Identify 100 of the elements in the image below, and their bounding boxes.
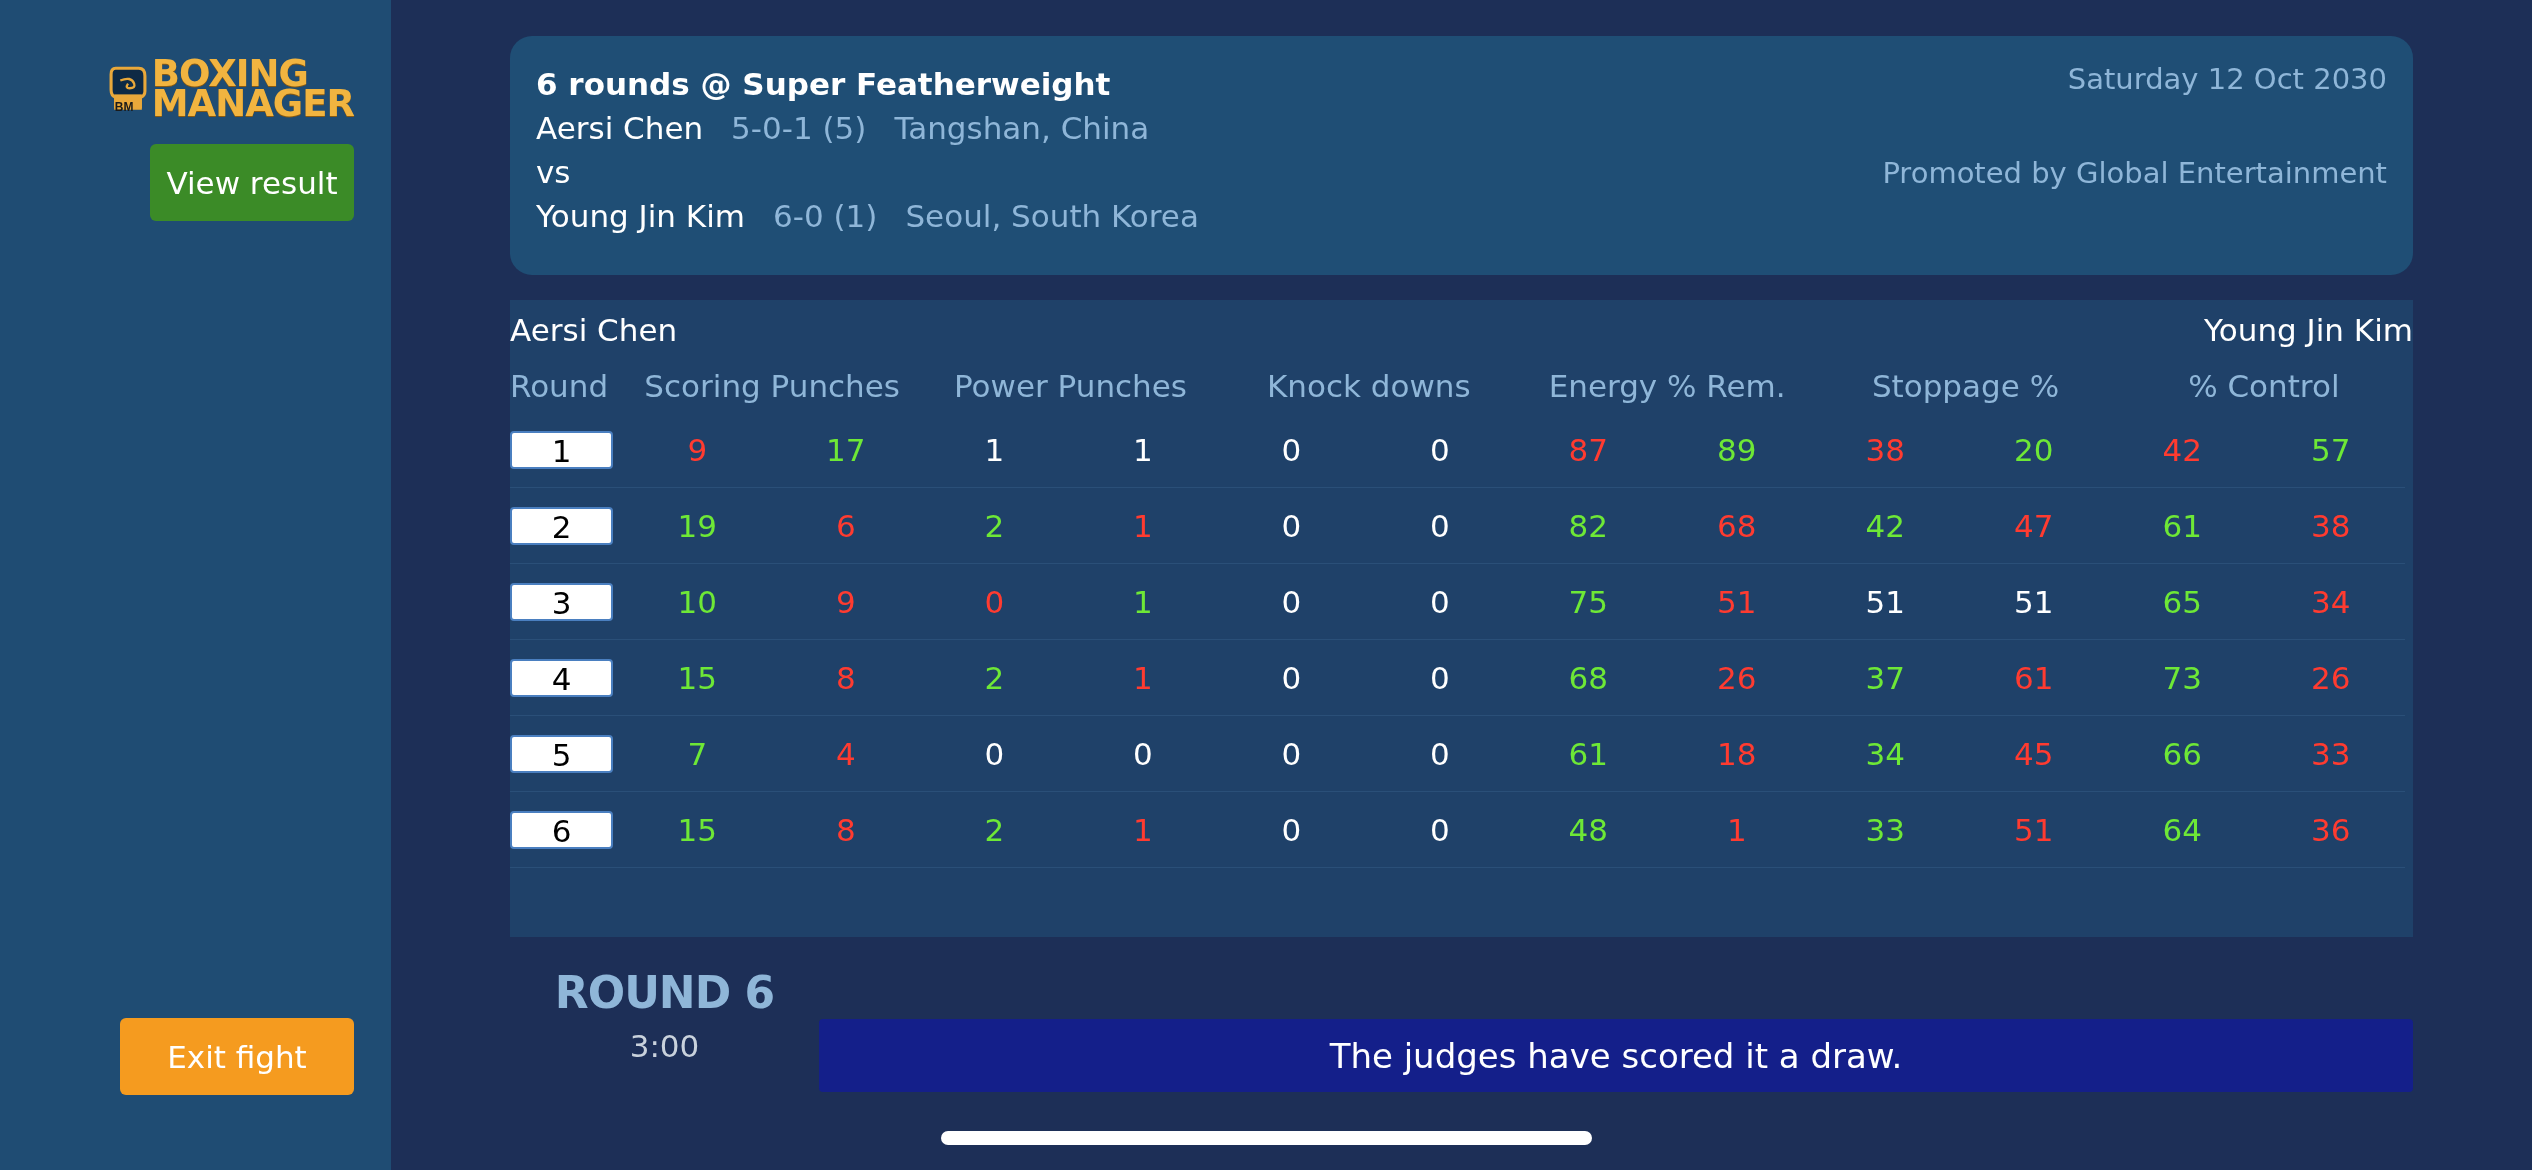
table-cell-text: 51 [1716, 583, 1758, 620]
table-cell-text: 68 [1567, 659, 1609, 696]
fighter-record: 5-0-1 (5) [731, 110, 867, 146]
table-cell-text: 1 [1131, 659, 1154, 696]
column-header: Scoring Punches [643, 368, 901, 404]
table-cell-text: 1 [1131, 811, 1154, 848]
column-header: Knock downs [1266, 368, 1472, 404]
round-button[interactable]: 6 [510, 810, 613, 849]
column-header: Energy % Rem. [1547, 368, 1787, 404]
table-cell-text: 82 [1567, 507, 1609, 544]
table-cell-text: 8 [834, 811, 857, 848]
table-cell-text: 51 [2013, 583, 2055, 620]
table-cell-text: 0 [1280, 659, 1303, 696]
table-cell-text: 64 [2161, 811, 2203, 848]
table-cell-text: 0 [1280, 583, 1303, 620]
promoter-label: Promoted by Global Entertainment [1882, 156, 2387, 190]
table-cell-text: 57 [2310, 431, 2352, 468]
table-cell-text: 89 [1716, 431, 1758, 468]
table-cell-text: 2 [983, 811, 1006, 848]
table-cell-text: 1 [1131, 507, 1154, 544]
table-cell-text: 47 [2013, 507, 2055, 544]
table-cell-text: 33 [1864, 811, 1906, 848]
table-cell-text: 65 [2161, 583, 2203, 620]
table-cell-text: 75 [1567, 583, 1609, 620]
round-button[interactable]: 1 [510, 430, 613, 469]
table-cell-text: 1 [1131, 431, 1154, 468]
logo-text: BOXING [151, 59, 308, 89]
table-cell-text: 51 [1864, 583, 1906, 620]
table-cell-text: 0 [1428, 811, 1451, 848]
round-button[interactable]: 4 [510, 658, 613, 697]
table-cell-text: 0 [983, 735, 1006, 772]
table-cell-text: 6 [834, 507, 857, 544]
table-cell-text: 61 [2013, 659, 2055, 696]
table-cell-text: 0 [1131, 735, 1154, 772]
table-cell-text: 15 [676, 659, 718, 696]
column-header: Power Punches [953, 368, 1188, 404]
table-cell-text: 0 [1280, 507, 1303, 544]
table-cell-text: 0 [1428, 507, 1451, 544]
fighter-hometown: Tangshan, China [894, 110, 1150, 146]
table-cell-text: 45 [2013, 735, 2055, 772]
table-cell-text: 61 [2161, 507, 2203, 544]
round-button[interactable]: 5 [510, 734, 613, 773]
table-cell-text: 15 [676, 811, 718, 848]
table-cell-text: 66 [2161, 735, 2203, 772]
table-cell-text: 36 [2310, 811, 2352, 848]
round-label: ROUND 6 [554, 967, 775, 1018]
table-cell-text: 9 [834, 583, 857, 620]
table-cell-text: 26 [1716, 659, 1758, 696]
table-cell-text: 33 [2310, 735, 2352, 772]
fight-title: 6 rounds @ Super Featherweight [536, 66, 1112, 102]
round-clock: 3:00 [629, 1028, 700, 1064]
table-cell-text: 0 [1428, 735, 1451, 772]
table-cell-text: 26 [2310, 659, 2352, 696]
view-result-button[interactable]: View result [150, 144, 354, 221]
table-cell-text: 34 [1864, 735, 1906, 772]
result-banner: The judges have scored it a draw. [819, 1019, 2413, 1092]
table-cell-text: 61 [1567, 735, 1609, 772]
table-cell-text: 1 [1725, 811, 1748, 848]
round-button[interactable]: 2 [510, 506, 613, 545]
column-header: Round [510, 368, 610, 404]
round-button[interactable]: 3 [510, 582, 613, 621]
logo-text: MANAGER [151, 89, 354, 119]
fighter-hometown: Seoul, South Korea [905, 198, 1199, 234]
table-cell-text: 38 [2310, 507, 2352, 544]
table-cell-text: 0 [1428, 431, 1451, 468]
table-cell-text: 10 [676, 583, 718, 620]
table-cell-text: 0 [1280, 735, 1303, 772]
table-cell-text: 1 [1131, 583, 1154, 620]
table-cell-text: 87 [1567, 431, 1609, 468]
table-cell-text: 7 [686, 735, 709, 772]
table-cell-text: 9 [686, 431, 709, 468]
fight-date: Saturday 12 Oct 2030 [2067, 62, 2387, 96]
table-cell-text: 38 [1864, 431, 1906, 468]
table-cell-text: 20 [2013, 431, 2055, 468]
home-indicator[interactable] [941, 1131, 1592, 1145]
table-cell-text: 42 [1864, 507, 1906, 544]
table-cell-text: 0 [983, 583, 1006, 620]
table-cell-text: 1 [983, 431, 1006, 468]
table-cell-text: 8 [834, 659, 857, 696]
fighter-name: Young Jin Kim [2204, 312, 2413, 350]
table-cell-text: 2 [983, 659, 1006, 696]
table-cell-text: 51 [2013, 811, 2055, 848]
table-cell-text: 73 [2161, 659, 2203, 696]
column-header: Stoppage % [1870, 368, 2061, 404]
table-cell-text: 2 [983, 507, 1006, 544]
table-cell-text: 17 [825, 431, 867, 468]
vs-label: vs [536, 154, 572, 190]
table-cell-text: 0 [1428, 583, 1451, 620]
table-cell-text: 19 [676, 507, 718, 544]
fighter-record: 6-0 (1) [773, 198, 878, 234]
table-cell-text: 48 [1567, 811, 1609, 848]
table-cell-text: 0 [1280, 431, 1303, 468]
fighter-name: Aersi Chen [510, 312, 678, 350]
fighter-name: Young Jin Kim [536, 198, 745, 234]
table-cell-text: 18 [1716, 735, 1758, 772]
table-cell-text: 34 [2310, 583, 2352, 620]
table-cell-text: 0 [1428, 659, 1451, 696]
table-cell-text: 42 [2161, 431, 2203, 468]
table-cell-text: 68 [1716, 507, 1758, 544]
column-header: % Control [2187, 368, 2341, 404]
